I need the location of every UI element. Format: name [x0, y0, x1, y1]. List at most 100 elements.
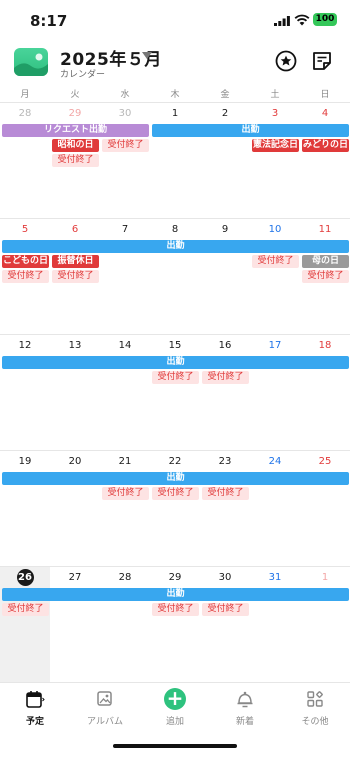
page-subtitle: カレンダー	[60, 70, 106, 80]
closed-status-chip[interactable]: 受付終了	[202, 371, 249, 384]
day-number[interactable]: 24	[250, 455, 300, 469]
tab-more[interactable]: その他	[280, 683, 350, 733]
calendar-week: 12 13 14 15 16 17 18 出勤受付終了 受付終了	[0, 334, 350, 450]
shift-event-bar[interactable]: 出勤	[2, 588, 349, 601]
closed-status-chip[interactable]: 受付終了	[52, 154, 99, 167]
day-number[interactable]: 18	[300, 339, 350, 353]
closed-status-chip[interactable]: 受付終了	[2, 270, 49, 283]
day-number[interactable]: 21	[100, 455, 150, 469]
day-number[interactable]: 8	[150, 223, 200, 237]
closed-status-chip[interactable]: 受付終了	[152, 603, 199, 616]
weekday-label: 金	[220, 90, 230, 100]
day-number[interactable]: 29	[50, 107, 100, 121]
tab-schedule[interactable]: 予定	[0, 683, 70, 733]
day-number[interactable]: 7	[100, 223, 150, 237]
closed-status-chip[interactable]: 受付終了	[102, 139, 149, 152]
closed-status-chip[interactable]: 受付終了	[152, 371, 199, 384]
shift-event-bar[interactable]: 出勤	[2, 356, 349, 369]
observance-event-bar[interactable]: 母の日	[302, 255, 349, 268]
tab-label: アルバム	[87, 717, 123, 727]
holiday-event-bar[interactable]: 振替休日	[52, 255, 99, 268]
weekday-label: 火	[70, 90, 80, 100]
tab-label: その他	[301, 717, 329, 727]
closed-status-chip[interactable]: 受付終了	[52, 270, 99, 283]
closed-status-chip[interactable]: 受付終了	[252, 255, 299, 268]
day-number[interactable]: 28	[100, 571, 150, 585]
day-number[interactable]: 23	[200, 455, 250, 469]
day-number[interactable]: 1	[300, 571, 350, 585]
status-bar: 8:17 100	[0, 0, 350, 40]
weekday-label: 月	[20, 90, 30, 100]
closed-status-chip[interactable]: 受付終了	[2, 603, 49, 616]
day-number[interactable]: 14	[100, 339, 150, 353]
day-number[interactable]: 31	[250, 571, 300, 585]
day-number[interactable]: 6	[50, 223, 100, 237]
home-indicator	[113, 744, 237, 748]
signal-icon	[274, 16, 290, 26]
tab-album[interactable]: アルバム	[70, 683, 140, 733]
calendar-icon	[26, 691, 45, 708]
day-number[interactable]: 9	[200, 223, 250, 237]
closed-status-chip[interactable]: 受付終了	[202, 603, 249, 616]
weekday-header: 月 火 水 木 金 土 日	[0, 87, 350, 101]
today-date[interactable]: 26	[16, 569, 34, 586]
holiday-event-bar[interactable]: みどりの日	[302, 139, 349, 152]
album-icon	[97, 691, 112, 706]
tab-add[interactable]: + 追加	[140, 683, 210, 733]
status-time: 8:17	[30, 12, 68, 30]
holiday-event-bar[interactable]: こどもの日	[2, 255, 49, 268]
day-number[interactable]: 13	[50, 339, 100, 353]
day-number[interactable]: 25	[300, 455, 350, 469]
day-number[interactable]: 30	[200, 571, 250, 585]
tab-label: 新着	[235, 717, 254, 727]
holiday-event-bar[interactable]: 憲法記念日	[252, 139, 299, 152]
day-number[interactable]: 28	[0, 107, 50, 121]
closed-status-chip[interactable]: 受付終了	[102, 487, 149, 500]
weekday-label: 木	[170, 90, 180, 100]
day-number[interactable]: 12	[0, 339, 50, 353]
calendar-week: 19 20 21 22 23 24 25 出勤 受付終了 受付終了 受付終了	[0, 450, 350, 566]
bell-icon	[237, 691, 253, 708]
tab-news[interactable]: 新着	[210, 683, 280, 733]
star-icon[interactable]	[275, 50, 297, 72]
day-number[interactable]: 2	[200, 107, 250, 121]
day-number[interactable]: 11	[300, 223, 350, 237]
day-number[interactable]: 27	[50, 571, 100, 585]
bottom-tab-bar: 予定 アルバム + 追加 新着 その他	[0, 682, 350, 732]
day-number[interactable]: 4	[300, 107, 350, 121]
tab-label: 予定	[25, 717, 44, 727]
shift-event-bar[interactable]: 出勤	[152, 124, 349, 137]
caret-down-icon[interactable]	[142, 52, 152, 59]
day-number[interactable]: 15	[150, 339, 200, 353]
day-number[interactable]: 29	[150, 571, 200, 585]
closed-status-chip[interactable]: 受付終了	[152, 487, 199, 500]
day-number[interactable]: 19	[0, 455, 50, 469]
weekday-label: 土	[270, 90, 280, 100]
closed-status-chip[interactable]: 受付終了	[202, 487, 249, 500]
app-logo-icon	[14, 48, 48, 76]
weekday-label: 日	[320, 90, 330, 100]
battery-indicator: 100	[313, 13, 337, 26]
wifi-icon	[294, 14, 310, 26]
add-icon: +	[164, 688, 186, 710]
day-number[interactable]: 30	[100, 107, 150, 121]
tab-label: 追加	[165, 717, 184, 727]
shift-event-bar[interactable]: 出勤	[2, 240, 349, 253]
day-number[interactable]: 1	[150, 107, 200, 121]
calendar-week: 5 6 7 8 9 10 11 出勤 こどもの日 振替休日 受付終了 母の日 受付終了 受付終了 受付終了	[0, 218, 350, 334]
day-number[interactable]: 3	[250, 107, 300, 121]
day-number[interactable]: 10	[250, 223, 300, 237]
calendar-grid: 28 29 30 1 2 3 4 リクエスト出勤 出勤 昭和の日 受付終了 憲法記念日 みどりの日 受付終…	[0, 102, 350, 683]
holiday-event-bar[interactable]: 昭和の日	[52, 139, 99, 152]
weekday-label: 水	[120, 90, 130, 100]
day-number[interactable]: 22	[150, 455, 200, 469]
day-number[interactable]: 17	[250, 339, 300, 353]
shift-event-bar[interactable]: 出勤	[2, 472, 349, 485]
calendar-week: 26 27 28 29 30 31 1 出勤 受付終了 受付終了 受付終了	[0, 566, 350, 683]
closed-status-chip[interactable]: 受付終了	[302, 270, 349, 283]
day-number[interactable]: 20	[50, 455, 100, 469]
request-event-bar[interactable]: リクエスト出勤	[2, 124, 149, 137]
day-number[interactable]: 5	[0, 223, 50, 237]
notes-icon[interactable]	[311, 50, 333, 72]
day-number[interactable]: 16	[200, 339, 250, 353]
